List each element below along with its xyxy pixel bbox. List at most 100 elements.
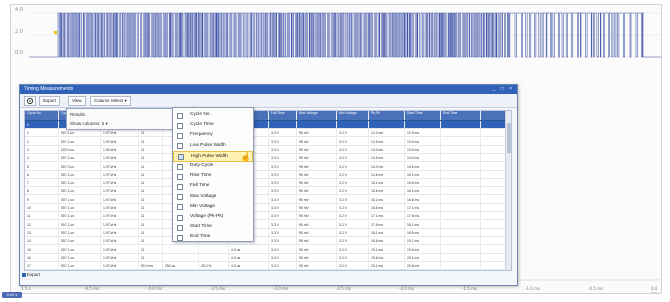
checkbox[interactable]	[177, 112, 183, 119]
status-label: Export	[27, 272, 41, 277]
table-cell: 1	[25, 129, 59, 137]
table-cell: 3.3 V	[269, 129, 297, 137]
table-row[interactable]: 6507.1 us1.97 kHz114.0 ns3.3 V95 mV3.2 V…	[25, 170, 507, 179]
table-row[interactable]: 11507.1 us1.97 kHz114.0 ns3.3 V95 mV3.2 …	[25, 212, 507, 221]
mouse-pointer-icon: ☝	[240, 152, 252, 162]
table-cell: 1.97 kHz	[101, 262, 139, 270]
column-select-button[interactable]: Column Select ▾	[90, 96, 131, 106]
checkbox[interactable]	[177, 122, 183, 129]
chevron-down-icon: ▾	[124, 98, 127, 103]
checkbox[interactable]	[177, 183, 183, 190]
checkbox[interactable]	[178, 154, 184, 161]
table-cell: 3.3 V	[269, 228, 297, 236]
table-cell: 3.3 V	[269, 212, 297, 220]
menu-item[interactable]: Rise Time	[173, 171, 253, 182]
show-columns-select[interactable]: Show columns: 5 ▾	[70, 121, 108, 127]
window-controls[interactable]: _ □ ×	[493, 85, 515, 94]
table-cell: 95 mV	[297, 129, 337, 137]
table-cell: 95 mV	[297, 170, 337, 178]
table-row[interactable]: 8507.1 us1.97 kHz114.0 ns3.3 V95 mV3.2 V…	[25, 187, 507, 196]
checkbox[interactable]	[177, 234, 183, 241]
table-cell: 4.0 ns	[229, 253, 269, 261]
table-row[interactable]: 3520.0 us1.92 kHz114.0 ns3.3 V95 mV3.2 V…	[25, 145, 507, 154]
menu-item[interactable]: Max Voltage	[173, 192, 253, 203]
menu-item[interactable]: End Time	[173, 232, 253, 243]
table-row[interactable]: 5507.0 us1.97 kHz114.0 ns3.3 V95 mV3.2 V…	[25, 162, 507, 171]
window-titlebar[interactable]: Timing Measurements _ □ ×	[20, 85, 517, 94]
settings-button[interactable]	[24, 96, 36, 106]
table-cell: 3.3 V	[269, 262, 297, 270]
menu-item[interactable]: Cycle No.	[173, 110, 253, 121]
table-cell: 4.0 ns	[229, 245, 269, 253]
table-cell: 16.6 ms	[405, 195, 441, 203]
table-row[interactable]: 10507.1 us1.97 kHz114.0 ns3.3 V95 mV3.2 …	[25, 204, 507, 213]
checkbox[interactable]	[177, 204, 183, 211]
table-row[interactable]: 12507.1 us1.97 kHz114.0 ns3.3 V95 mV3.2 …	[25, 220, 507, 229]
table-row[interactable]: 1507.1 us1.97 kHz114.0 ns3.3 V95 mV3.2 V…	[25, 129, 507, 138]
table-cell: 507.1 us	[59, 187, 101, 195]
table-cell: 3.2 V	[337, 228, 369, 236]
table-row[interactable]: 16 507.1 us 1.97 kHz 11 4.0 ns 3.3 V 95 mV 3.2 …	[25, 253, 507, 262]
table-row[interactable]: 2507.1 us1.97 kHz114.0 ns3.3 V95 mV3.2 V…	[25, 137, 507, 146]
x-axis-label: -2.5 ms	[336, 286, 352, 291]
table-cell: 18.6 ms	[405, 228, 441, 236]
view-button[interactable]: View	[68, 96, 86, 106]
column-dropdown[interactable]: Results Show columns: 5 ▾	[66, 108, 176, 130]
table-cell: 1.97 kHz	[101, 195, 139, 203]
table-cell: 3.2 V	[337, 237, 369, 245]
x-axis-label: -1.5 ms	[462, 286, 478, 291]
trigger-marker[interactable]	[54, 31, 57, 34]
table-cell: 95 mV	[297, 220, 337, 228]
table-cell: 95 mV	[297, 212, 337, 220]
checkbox[interactable]	[177, 173, 183, 180]
table-cell: 11	[139, 137, 163, 145]
table-cell: 3.3 V	[269, 204, 297, 212]
table-cell: 11	[139, 195, 163, 203]
table-cell: 1.97 kHz	[101, 212, 139, 220]
vertical-scrollbar[interactable]	[505, 111, 511, 270]
checkbox[interactable]	[177, 132, 183, 139]
table-cell	[269, 121, 297, 129]
table-cell: 16.6 ms	[369, 204, 405, 212]
table-cell: 3.2 V	[337, 137, 369, 145]
menu-item[interactable]: Start Time	[173, 222, 253, 233]
menu-item[interactable]: Min Voltage	[173, 202, 253, 213]
table-row[interactable]: 14507.1 us1.97 kHz114.0 ns3.3 V95 mV3.2 …	[25, 237, 507, 246]
checkbox[interactable]	[177, 163, 183, 170]
table-cell: 3	[25, 145, 59, 153]
menu-item[interactable]: Cycle Time	[173, 120, 253, 131]
checkbox[interactable]	[177, 143, 183, 150]
table-row[interactable]: 15 507.1 us 1.97 kHz 11 4.0 ns 3.3 V 95 mV 3.2 …	[25, 245, 507, 254]
checkbox[interactable]	[177, 214, 183, 221]
checkbox[interactable]	[177, 194, 183, 201]
menu-item[interactable]: Fall Time	[173, 181, 253, 192]
gear-icon	[26, 97, 34, 105]
table-row[interactable]: 9507.1 us1.97 kHz114.0 ns3.3 V95 mV3.2 V…	[25, 195, 507, 204]
column-header: Max Voltage	[297, 111, 337, 120]
column-menu: Cycle No. Cycle Time Frequency Low Pulse Wi…	[172, 107, 254, 242]
table-cell: 12.5 ms	[405, 129, 441, 137]
table-cell: 20.6 ms	[405, 262, 441, 270]
menu-item-label: End Time	[190, 234, 211, 240]
checkbox[interactable]	[177, 224, 183, 231]
table-cell: 507.1 us	[59, 253, 101, 261]
x-axis-label: -1.0 ms	[525, 286, 541, 291]
table-cell	[441, 212, 481, 220]
table-row[interactable]: 7507.1 us1.97 kHz114.0 ns3.3 V95 mV3.2 V…	[25, 179, 507, 188]
export-button[interactable]: Export	[39, 96, 61, 106]
table-cell	[337, 121, 369, 129]
table-row[interactable]: 17 507.1 us 1.97 kHz 50.0 ms 250 us 49.2 % 4.0…	[25, 262, 507, 270]
table-cell: 11	[139, 170, 163, 178]
table-cell: 15	[25, 245, 59, 253]
measurements-table[interactable]: Cycle No.Cycle TimeFrequencyLow PulseHig…	[24, 110, 512, 271]
table-cell: 2	[25, 137, 59, 145]
menu-item[interactable]: Frequency	[173, 130, 253, 141]
table-cell	[199, 245, 229, 253]
scrollbar-thumb[interactable]	[507, 123, 511, 153]
menu-item[interactable]: Low Pulse Width	[173, 141, 253, 152]
table-cell: 49.2 %	[199, 262, 229, 270]
table-row[interactable]: 13507.1 us1.97 kHz114.0 ns3.3 V95 mV3.2 …	[25, 228, 507, 237]
menu-item[interactable]: Voltage (Pk-Pk)	[173, 212, 253, 223]
table-row[interactable]: 4507.1 us1.97 kHz114.0 ns3.3 V95 mV3.2 V…	[25, 154, 507, 163]
table-cell: 11	[139, 212, 163, 220]
